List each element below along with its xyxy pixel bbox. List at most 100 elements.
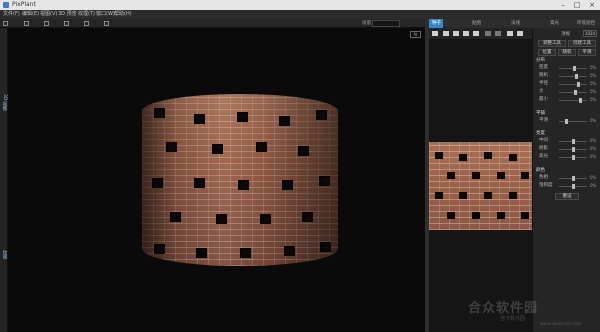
slider-knob[interactable] [573, 66, 576, 71]
size-select[interactable]: 1024 [583, 30, 597, 37]
brick-hole [196, 248, 207, 258]
slider-knob[interactable] [565, 119, 568, 124]
section-distribution-title: 分布 [536, 58, 545, 63]
import-icon[interactable] [432, 31, 438, 36]
brick-cylinder-preview[interactable] [142, 94, 338, 266]
brick-hole [194, 114, 205, 124]
hue-slider[interactable] [559, 176, 587, 181]
density-slider[interactable] [559, 66, 587, 71]
shape-plane-icon[interactable] [84, 21, 89, 26]
checkbox-icon[interactable] [3, 21, 8, 26]
save-icon[interactable] [453, 31, 459, 36]
menu-help[interactable]: 帮助(H) [114, 10, 132, 19]
3d-viewport[interactable]: fit [8, 28, 425, 332]
smooth-button[interactable]: 平滑 [578, 49, 596, 56]
brick-hole [484, 152, 492, 159]
maximize-icon[interactable]: □ [570, 0, 584, 10]
paste-icon[interactable] [517, 31, 523, 36]
midtone-slider[interactable] [559, 139, 587, 144]
random-slider[interactable] [559, 74, 587, 79]
brick-hole [194, 178, 205, 188]
tab-ambient-occlusion[interactable]: 环境遮挡 [577, 19, 595, 28]
open-icon[interactable] [443, 31, 449, 36]
save-as-icon[interactable] [463, 31, 469, 36]
light-icon[interactable] [24, 21, 29, 26]
redo-icon[interactable] [495, 31, 501, 36]
texture-preview[interactable] [429, 142, 532, 230]
size-label: 顶视 [561, 32, 570, 37]
watermark-subtext: 当下软件园 [500, 316, 526, 322]
slider-shadow-label: 阴影 [539, 146, 548, 151]
close-icon[interactable]: × [585, 0, 599, 10]
slider-knob[interactable] [577, 82, 580, 87]
position-button[interactable]: 位置 [538, 49, 556, 56]
shape-cylinder-icon[interactable] [44, 21, 49, 26]
slider-knob[interactable] [575, 74, 578, 79]
fit-view-button[interactable]: fit [410, 31, 421, 38]
slider-radius-label: 半径 [539, 81, 548, 86]
brick-hole [282, 180, 293, 190]
slider-knob[interactable] [572, 147, 575, 152]
shape-cube-icon[interactable] [104, 21, 109, 26]
undo-icon[interactable] [485, 31, 491, 36]
tab-seed[interactable]: 种子 [432, 19, 441, 28]
brick-hole [216, 214, 227, 224]
radius-slider[interactable] [559, 82, 587, 87]
slider-knob[interactable] [572, 176, 575, 181]
brick-hole [521, 212, 529, 219]
shadow-slider[interactable] [559, 147, 587, 152]
tile-smooth-slider[interactable] [559, 119, 587, 124]
density-value: 0% [590, 65, 597, 70]
tab-specular[interactable]: 高光 [550, 19, 559, 28]
slider-density-label: 密度 [539, 65, 548, 70]
menu-edit[interactable]: 编辑(E) [22, 10, 39, 19]
brick-hole [279, 116, 290, 126]
highlight-slider[interactable] [559, 155, 587, 160]
brick-hole [484, 192, 492, 199]
brick-hole [497, 172, 505, 179]
copy-icon[interactable] [507, 31, 513, 36]
viewport-toolbar: 质量 [0, 19, 425, 28]
random-value: 0% [590, 73, 597, 78]
menu-texture[interactable]: 纹理(T) [78, 10, 95, 19]
brick-hole [170, 212, 181, 222]
left-tab-strip: 3D 视图 纹理 [0, 28, 8, 332]
menu-view[interactable]: 视图(V) [40, 10, 57, 19]
shadow-value: 0% [590, 146, 597, 151]
brick-hole [212, 144, 223, 154]
tab-map[interactable]: 贴图 [472, 19, 481, 28]
slider-knob[interactable] [572, 155, 575, 160]
midtone-value: 0% [590, 138, 597, 143]
slider-knob[interactable] [572, 139, 575, 144]
create-tool-button[interactable]: 创建工具 [568, 40, 596, 47]
watermark-url: www.downxia.com [540, 322, 582, 327]
min-slider[interactable] [559, 98, 587, 103]
slider-knob[interactable] [579, 98, 582, 103]
tab-3d-view[interactable]: 3D 视图 [1, 94, 7, 111]
large-value: 0% [590, 89, 597, 94]
tab-normal[interactable]: 法线 [511, 19, 520, 28]
random-button[interactable]: 随机 [558, 49, 576, 56]
menu-file[interactable]: 文件(F) [3, 10, 20, 19]
brick-hole [435, 152, 443, 159]
tab-texture[interactable]: 纹理 [1, 250, 7, 259]
slider-knob[interactable] [574, 90, 577, 95]
menu-3d-preview[interactable]: 3D 预览 [58, 10, 77, 19]
adjust-tool-button[interactable]: 调整工具 [538, 40, 566, 47]
minimize-icon[interactable]: – [556, 0, 570, 10]
large-slider[interactable] [559, 90, 587, 95]
menu-window[interactable]: 窗口(W) [96, 10, 115, 19]
shape-sphere-icon[interactable] [64, 21, 69, 26]
panel-tab-bar: 种子 贴图 法线 高光 环境遮挡 [429, 19, 600, 28]
quality-select[interactable] [372, 20, 400, 27]
slider-highlight-label: 高光 [539, 154, 548, 159]
slider-knob[interactable] [572, 184, 575, 189]
clear-icon[interactable] [473, 31, 479, 36]
saturation-slider[interactable] [559, 184, 587, 189]
quality-label: 质量 [362, 21, 371, 26]
reset-button[interactable]: 重设 [555, 193, 579, 200]
slider-large-label: 大 [539, 89, 544, 94]
brick-hole [154, 244, 165, 254]
slider-min-label: 最小 [539, 97, 548, 102]
brick-hole [237, 112, 248, 122]
